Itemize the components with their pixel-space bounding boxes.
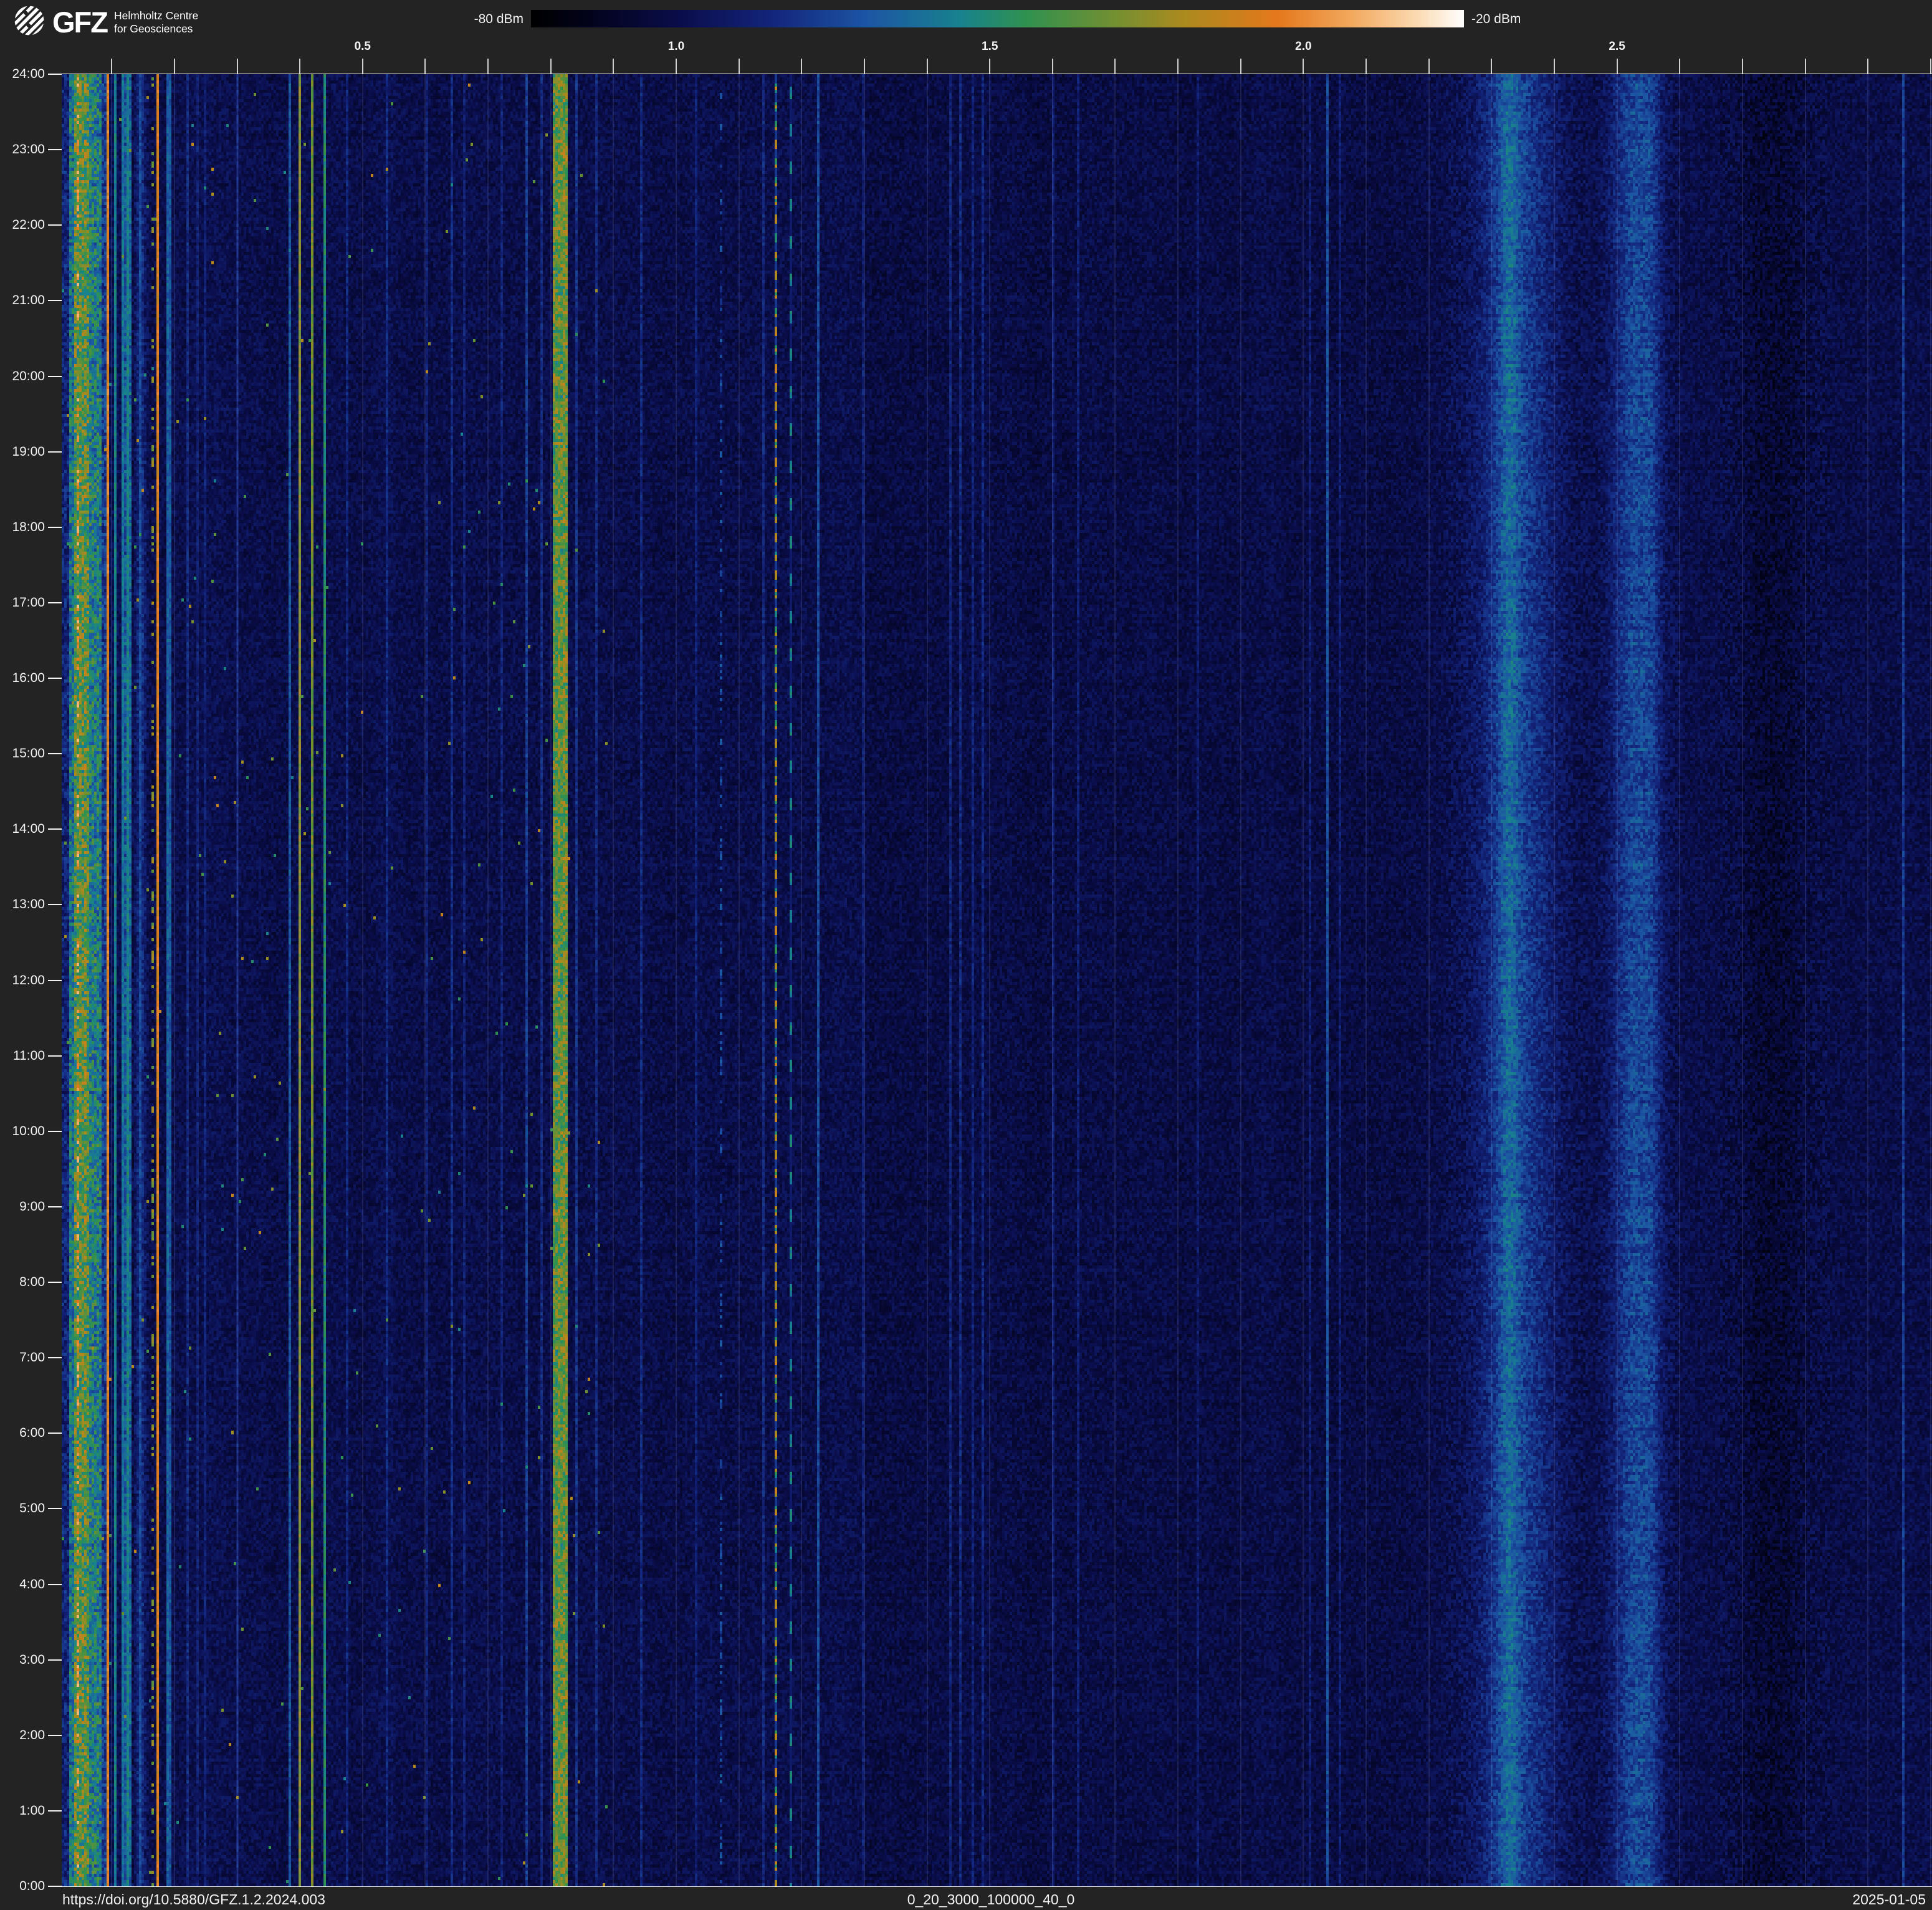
gfz-subtitle: Helmholtz Centre for Geosciences	[114, 9, 198, 36]
x-tick-label: 0.5	[335, 40, 391, 54]
x-axis-tick	[1240, 59, 1241, 74]
y-tick-label: 1:00	[0, 1803, 45, 1819]
gfz-brand-text: GFZ	[52, 7, 107, 37]
y-tick-label: 12:00	[0, 972, 45, 989]
y-tick-label: 4:00	[0, 1576, 45, 1593]
x-axis-tick	[801, 59, 802, 74]
x-axis-tick	[613, 59, 614, 74]
x-tick-label: 2.5	[1589, 40, 1645, 54]
x-axis-tick	[362, 59, 363, 74]
colorbar-gradient	[531, 10, 1464, 27]
x-axis-tick	[864, 59, 865, 74]
y-tick-label: 16:00	[0, 670, 45, 686]
gfz-subtitle-line1: Helmholtz Centre	[114, 9, 198, 22]
x-axis-tick	[989, 59, 990, 74]
colorbar-min-label: -80 dBm	[436, 12, 524, 27]
y-tick-label: 3:00	[0, 1652, 45, 1668]
spectrogram-page: { "header": { "logo": { "brand": "GFZ", …	[0, 0, 1932, 1910]
gfz-globe-icon	[14, 5, 45, 39]
y-tick-label: 17:00	[0, 595, 45, 611]
x-axis-tick	[1365, 59, 1367, 74]
x-axis-tick	[424, 59, 426, 74]
x-tick-label: 1.5	[962, 40, 1018, 54]
x-axis-tick	[299, 59, 300, 74]
x-axis-tick	[1679, 59, 1680, 74]
y-tick-label: 14:00	[0, 821, 45, 837]
y-tick-label: 6:00	[0, 1425, 45, 1441]
footer-dataset-id: 0_20_3000_100000_40_0	[50, 1891, 1932, 1908]
x-axis-tick	[174, 59, 175, 74]
y-tick-label: 18:00	[0, 519, 45, 535]
x-axis-tick	[1554, 59, 1555, 74]
x-tick-label: 2.0	[1275, 40, 1331, 54]
x-axis-tick	[111, 59, 112, 74]
y-tick-label: 9:00	[0, 1199, 45, 1215]
spectrogram-heatmap	[62, 74, 1932, 1886]
x-axis-tick	[1867, 59, 1868, 74]
x-axis-tick	[739, 59, 740, 74]
x-axis-tick	[1742, 59, 1743, 74]
x-axis-tick	[1491, 59, 1492, 74]
y-tick-label: 7:00	[0, 1350, 45, 1366]
x-axis-tick	[927, 59, 928, 74]
y-tick-label: 10:00	[0, 1123, 45, 1140]
x-axis-tick	[1303, 59, 1304, 74]
x-axis-tick	[237, 59, 238, 74]
x-axis-tick	[1177, 59, 1179, 74]
x-axis-tick	[1805, 59, 1806, 74]
x-axis-tick	[1617, 59, 1618, 74]
y-tick-label: 20:00	[0, 368, 45, 385]
x-axis-tick	[550, 59, 552, 74]
y-tick-label: 0:00	[0, 1878, 45, 1894]
x-axis-tick	[1930, 59, 1931, 74]
x-axis-tick	[676, 59, 677, 74]
y-tick-label: 22:00	[0, 217, 45, 233]
y-tick-label: 11:00	[0, 1048, 45, 1064]
footer-date: 2025-01-05	[1852, 1891, 1926, 1908]
x-tick-label: 1.0	[648, 40, 704, 54]
y-tick-label: 21:00	[0, 292, 45, 309]
x-axis-tick	[487, 59, 489, 74]
y-tick-label: 24:00	[0, 66, 45, 82]
y-tick-label: 2:00	[0, 1727, 45, 1744]
colorbar-max-label: -20 dBm	[1471, 12, 1521, 27]
gfz-subtitle-line2: for Geosciences	[114, 22, 198, 36]
y-tick-label: 15:00	[0, 746, 45, 762]
y-tick-label: 8:00	[0, 1274, 45, 1290]
y-tick-label: 19:00	[0, 444, 45, 460]
y-tick-label: 23:00	[0, 142, 45, 158]
x-axis-tick	[1114, 59, 1116, 74]
x-axis-tick	[1428, 59, 1430, 74]
y-tick-label: 5:00	[0, 1500, 45, 1517]
gfz-logo: GFZ Helmholtz Centre for Geosciences	[14, 5, 198, 39]
y-tick-label: 13:00	[0, 896, 45, 913]
x-axis-tick	[1052, 59, 1053, 74]
